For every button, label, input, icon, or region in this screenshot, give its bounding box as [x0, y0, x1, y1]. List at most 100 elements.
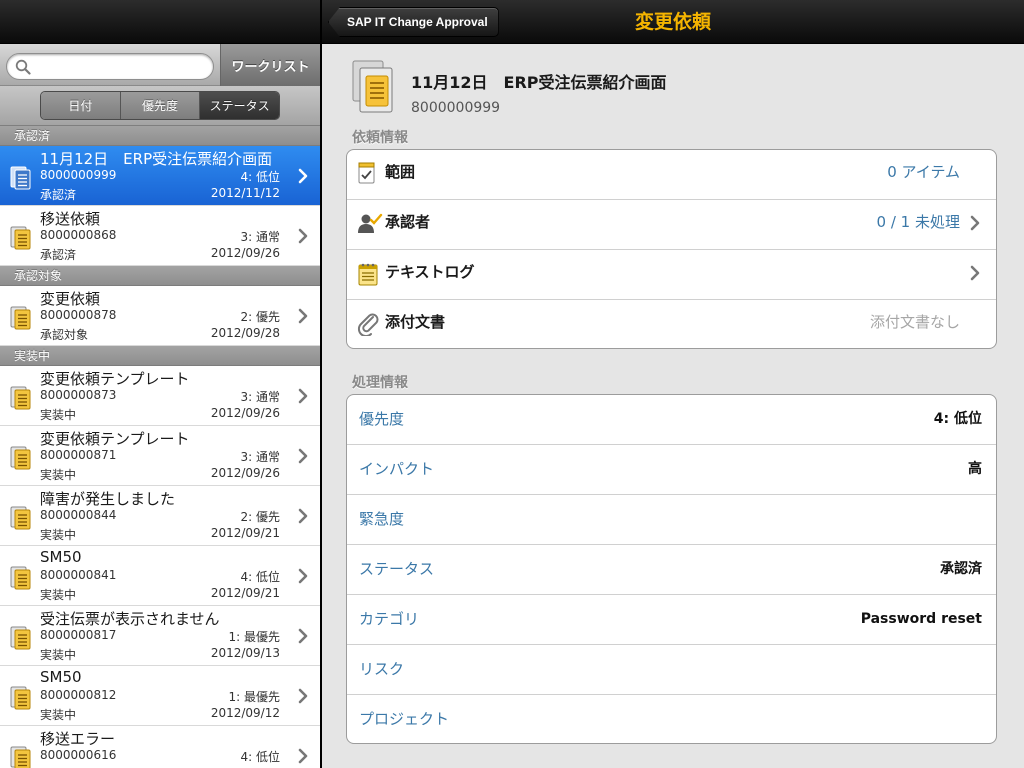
- processing-info-row[interactable]: 緊急度: [347, 495, 996, 545]
- processing-info-row[interactable]: インパクト 高: [347, 445, 996, 495]
- request-list-item[interactable]: 移送依頼 8000000868 3: 通常 承認済 2012/09/26: [0, 206, 320, 266]
- processing-info-row[interactable]: カテゴリ Password reset: [347, 595, 996, 645]
- processing-info-row[interactable]: 優先度 4: 低位: [347, 395, 996, 445]
- request-id: 8000000873: [40, 388, 117, 402]
- chevron-right-icon: [298, 508, 308, 528]
- request-title: 変更依頼テンプレート: [40, 370, 190, 388]
- request-list-item[interactable]: 変更依頼テンプレート 8000000871 3: 通常 実装中 2012/09/26: [0, 426, 320, 486]
- request-info-row[interactable]: 添付文書 添付文書なし: [347, 300, 996, 348]
- request-priority: 4: 低位: [240, 170, 281, 184]
- request-priority: 1: 最優先: [228, 630, 281, 644]
- request-list-item[interactable]: 受注伝票が表示されません 8000000817 1: 最優先 実装中 2012/09/1…: [0, 606, 320, 666]
- sort-by-status-button[interactable]: ステータス: [200, 92, 279, 119]
- request-info-row[interactable]: 範囲 0 アイテム: [347, 150, 996, 200]
- sort-segmented-control: 日付 優先度 ステータス: [40, 91, 280, 120]
- processing-info-label: 緊急度: [359, 510, 405, 528]
- request-date: 2012/11/12: [210, 186, 280, 200]
- document-icon: [10, 504, 32, 534]
- detail-pane: SAP IT Change Approval 変更依頼 11月12日 ERP受注…: [322, 0, 1024, 768]
- request-id: 8000000999: [40, 168, 117, 182]
- request-status: 実装中: [40, 708, 77, 722]
- back-button[interactable]: SAP IT Change Approval: [328, 7, 499, 37]
- request-list-item[interactable]: SM50 8000000812 1: 最優先 実装中 2012/09/12: [0, 666, 320, 726]
- request-id: 8000000812: [40, 688, 117, 702]
- search-field[interactable]: [6, 53, 214, 80]
- search-input[interactable]: [35, 57, 207, 77]
- request-date: 2012/09/21: [210, 586, 280, 600]
- processing-info-row[interactable]: プロジェクト: [347, 695, 996, 743]
- chevron-right-icon: [298, 748, 308, 768]
- request-info-label: 添付文書: [385, 313, 446, 331]
- request-info-value: 0 アイテム: [887, 163, 960, 181]
- request-priority: 3: 通常: [240, 390, 281, 404]
- detail-toolbar: SAP IT Change Approval 変更依頼: [322, 0, 1024, 44]
- processing-info-value: 承認済: [940, 561, 982, 577]
- request-info-group: 範囲 0 アイテム 承認者 0 / 1 未処理テキストログ添付文書 添付文書なし: [346, 149, 997, 349]
- processing-info-label: 処理情報: [352, 375, 408, 391]
- request-priority: 4: 低位: [240, 750, 281, 764]
- request-status: 実装中: [40, 468, 77, 482]
- chevron-right-icon: [298, 448, 308, 468]
- sort-by-priority-button[interactable]: 優先度: [120, 92, 201, 119]
- request-status: 実装中: [40, 648, 77, 662]
- processing-info-value: Password reset: [860, 611, 982, 627]
- request-priority: 1: 最優先: [228, 690, 281, 704]
- request-date: 2012/09/26: [210, 406, 280, 420]
- request-title: 変更依頼テンプレート: [40, 430, 190, 448]
- document-icon: [10, 744, 32, 768]
- processing-info-value: 4: 低位: [933, 411, 982, 427]
- request-list-item[interactable]: 障害が発生しました 8000000844 2: 優先 実装中 2012/09/21: [0, 486, 320, 546]
- request-list-item[interactable]: 移送エラー 8000000616 4: 低位: [0, 726, 320, 768]
- processing-info-label: プロジェクト: [359, 710, 450, 728]
- worklist-pane: ワークリスト 日付 優先度 ステータス 承認済 11月12日 ERP受注伝票紹介画…: [0, 0, 320, 768]
- request-list-item[interactable]: SM50 8000000841 4: 低位 実装中 2012/09/21: [0, 546, 320, 606]
- request-priority: 3: 通常: [240, 450, 281, 464]
- request-list-item[interactable]: 変更依頼 8000000878 2: 優先 承認対象 2012/09/28: [0, 286, 320, 346]
- chevron-right-icon: [298, 688, 308, 708]
- request-list-item[interactable]: 変更依頼テンプレート 8000000873 3: 通常 実装中 2012/09/26: [0, 366, 320, 426]
- processing-info-label: 優先度: [359, 410, 405, 428]
- request-priority: 2: 優先: [240, 510, 281, 524]
- chevron-right-icon: [298, 228, 308, 248]
- document-icon: [10, 684, 32, 714]
- back-button-label: SAP IT Change Approval: [328, 7, 499, 37]
- request-id: 8000000616: [40, 748, 117, 762]
- document-icon: [10, 384, 32, 414]
- left-toolbar: [0, 0, 320, 44]
- request-info-row[interactable]: テキストログ: [347, 250, 996, 300]
- request-info-label: テキストログ: [385, 263, 475, 281]
- document-icon: [10, 224, 32, 254]
- chevron-right-icon: [970, 215, 980, 235]
- sort-by-date-button[interactable]: 日付: [41, 92, 121, 119]
- request-id: 8000000878: [40, 308, 117, 322]
- search-icon: [15, 59, 31, 79]
- request-id: 8000000841: [40, 568, 117, 582]
- request-list-item[interactable]: 11月12日 ERP受注伝票紹介画面 8000000999 4: 低位 承認済 2012…: [0, 146, 320, 206]
- request-date: 2012/09/26: [210, 466, 280, 480]
- chevron-right-icon: [298, 568, 308, 588]
- request-title: SM50: [40, 668, 82, 686]
- chevron-right-icon: [298, 308, 308, 328]
- processing-info-row[interactable]: リスク: [347, 645, 996, 695]
- document-icon: [352, 60, 398, 118]
- section-header: 実装中: [0, 346, 320, 366]
- processing-info-label: リスク: [359, 660, 405, 678]
- request-status: 実装中: [40, 588, 77, 602]
- request-title: 11月12日 ERP受注伝票紹介画面: [40, 150, 273, 168]
- request-priority: 3: 通常: [240, 230, 281, 244]
- approver-icon: [357, 212, 383, 238]
- request-status: 実装中: [40, 528, 77, 542]
- request-list: 承認済 11月12日 ERP受注伝票紹介画面 8000000999 4: 低位 承認済 2…: [0, 126, 320, 768]
- request-id: 8000000868: [40, 228, 117, 242]
- request-info-label: 承認者: [385, 213, 431, 231]
- processing-info-value: 高: [968, 461, 982, 477]
- request-title: 受注伝票が表示されません: [40, 610, 220, 628]
- worklist-button[interactable]: ワークリスト: [220, 44, 320, 86]
- processing-info-row[interactable]: ステータス 承認済: [347, 545, 996, 595]
- request-id: 8000000844: [40, 508, 117, 522]
- processing-info-group: 優先度 4: 低位インパクト 高緊急度ステータス 承認済 カテゴリ Password re…: [346, 394, 997, 744]
- request-info-row[interactable]: 承認者 0 / 1 未処理: [347, 200, 996, 250]
- document-icon: [10, 164, 32, 194]
- request-title: SM50: [40, 548, 82, 566]
- request-id: 8000000999: [411, 100, 501, 116]
